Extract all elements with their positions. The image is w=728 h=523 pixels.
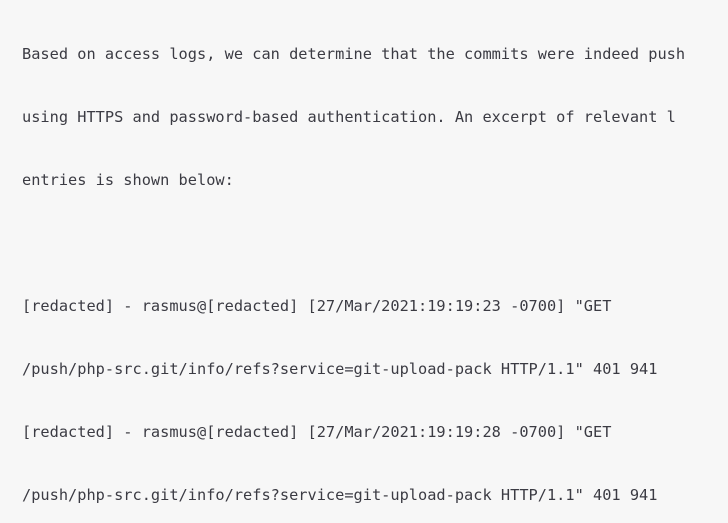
- log-line: /push/php-src.git/info/refs?service=git-…: [22, 486, 658, 504]
- intro-line: entries is shown below:: [22, 171, 234, 189]
- intro-line: using HTTPS and password-based authentic…: [22, 108, 676, 126]
- log-line: /push/php-src.git/info/refs?service=git-…: [22, 360, 658, 378]
- document-page: Based on access logs, we can determine t…: [0, 0, 728, 523]
- intro-line: Based on access logs, we can determine t…: [22, 45, 686, 63]
- access-log-excerpt: [redacted] - rasmus@[redacted] [27/Mar/2…: [22, 233, 728, 523]
- log-line: [redacted] - rasmus@[redacted] [27/Mar/2…: [22, 297, 612, 315]
- log-line: [redacted] - rasmus@[redacted] [27/Mar/2…: [22, 423, 612, 441]
- intro-paragraph: Based on access logs, we can determine t…: [22, 2, 728, 233]
